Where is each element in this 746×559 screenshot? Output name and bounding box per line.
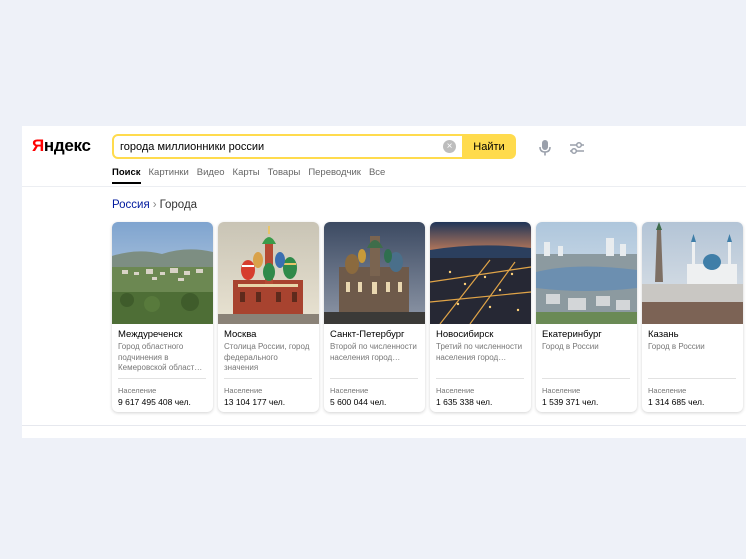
tab-translator[interactable]: Переводчик: [308, 166, 361, 184]
population-value: 1 314 685 чел.: [648, 397, 705, 407]
clear-icon[interactable]: ×: [443, 140, 456, 153]
city-name: Москва: [224, 329, 257, 340]
city-photo: [218, 222, 319, 324]
population-value: 5 600 044 чел.: [330, 397, 387, 407]
city-name: Новосибирск: [436, 329, 494, 340]
city-card-yekaterinburg[interactable]: Екатеринбург Город в России Население 1 …: [536, 222, 637, 412]
tab-maps[interactable]: Карты: [233, 166, 260, 184]
search-results-page: Яндекс × Найти Поиск Картинки Видео Карт…: [22, 126, 746, 438]
sliders-icon[interactable]: [569, 141, 585, 155]
divider: [224, 378, 312, 379]
city-card-saint-petersburg[interactable]: Санкт-Петербург Второй по численности на…: [324, 222, 425, 412]
city-photo: [112, 222, 213, 324]
population-label: Население: [542, 386, 581, 395]
search-tabs: Поиск Картинки Видео Карты Товары Перево…: [112, 166, 393, 184]
divider: [22, 425, 746, 426]
population-value: 13 104 177 чел.: [224, 397, 286, 407]
search-button[interactable]: Найти: [462, 134, 516, 159]
population-label: Население: [118, 386, 157, 395]
microphone-icon[interactable]: [539, 140, 551, 156]
search-input[interactable]: [114, 136, 460, 157]
yandex-logo[interactable]: Яндекс: [32, 136, 91, 156]
population-value: 1 635 338 чел.: [436, 397, 493, 407]
city-description: Город в России: [648, 342, 705, 351]
divider: [648, 378, 736, 379]
city-name: Санкт-Петербург: [330, 329, 405, 340]
tab-search[interactable]: Поиск: [112, 166, 141, 184]
city-card-novosibirsk[interactable]: Новосибирск Третий по численности населе…: [430, 222, 531, 412]
city-name: Междуреченск: [118, 329, 183, 340]
tab-images[interactable]: Картинки: [149, 166, 189, 184]
population-label: Население: [330, 386, 369, 395]
tab-video[interactable]: Видео: [197, 166, 225, 184]
search-box: × Найти: [112, 134, 516, 159]
population-label: Население: [436, 386, 475, 395]
city-card-kazan[interactable]: Казань Город в России Население 1 314 68…: [642, 222, 743, 412]
logo-rest: ндекс: [43, 136, 91, 155]
city-description: Город в России: [542, 342, 599, 351]
city-card-moscow[interactable]: Москва Столица России, город федеральног…: [218, 222, 319, 412]
city-photo: [642, 222, 743, 324]
population-label: Население: [224, 386, 263, 395]
breadcrumb-separator: ›: [152, 199, 157, 211]
divider: [330, 378, 418, 379]
breadcrumb-current: Города: [159, 199, 198, 211]
tab-all[interactable]: Все: [369, 166, 385, 184]
divider: [436, 378, 524, 379]
city-card-mezhdurechensk[interactable]: Междуреченск Город областного подчинения…: [112, 222, 213, 412]
divider: [118, 378, 206, 379]
city-photo: [536, 222, 637, 324]
city-photo: [324, 222, 425, 324]
city-carousel: Междуреченск Город областного подчинения…: [112, 222, 746, 412]
city-name: Казань: [648, 329, 679, 340]
search-header: Яндекс × Найти Поиск Картинки Видео Карт…: [22, 126, 746, 187]
breadcrumb: Россия › Города: [112, 199, 197, 211]
city-description: Столица России, город федерального значе…: [224, 342, 310, 372]
divider: [542, 378, 630, 379]
population-value: 9 617 495 408 чел.: [118, 397, 191, 407]
city-name: Екатеринбург: [542, 329, 602, 340]
tab-products[interactable]: Товары: [268, 166, 301, 184]
population-label: Население: [648, 386, 687, 395]
logo-letter: Я: [32, 136, 44, 155]
city-description: Город областного подчинения в Кемеровско…: [118, 342, 203, 372]
city-photo: [430, 222, 531, 324]
city-description: Второй по численности населения город…: [330, 342, 417, 362]
breadcrumb-root-link[interactable]: Россия: [112, 199, 150, 211]
city-description: Третий по численности населения город…: [436, 342, 523, 362]
population-value: 1 539 371 чел.: [542, 397, 599, 407]
